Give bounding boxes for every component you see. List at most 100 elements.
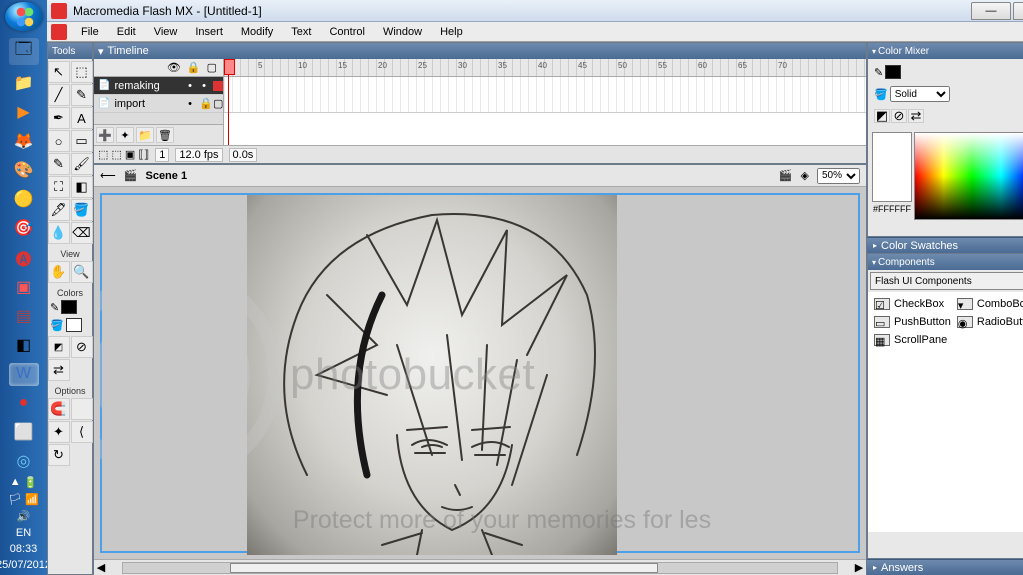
media-player-icon[interactable]: ▶ [9, 100, 39, 123]
edit-symbol-icon[interactable]: ◈ [801, 169, 809, 182]
gradient-tool[interactable]: ◧ [71, 176, 93, 198]
lock-icon[interactable]: 🔒 [187, 61, 201, 74]
explorer-icon[interactable]: 📁 [9, 71, 39, 94]
frames-area[interactable]: 1 5 10 15 20 25 30 35 40 45 50 55 [224, 59, 866, 145]
word-icon[interactable]: W [9, 363, 39, 386]
add-guide-button[interactable]: ✦ [116, 127, 134, 143]
clock-time[interactable]: 08:33 [10, 543, 38, 555]
menu-file[interactable]: File [73, 24, 107, 40]
option-smooth[interactable]: ✦ [48, 421, 70, 443]
component-combobox[interactable]: ▾ComboBox [955, 296, 1023, 312]
menu-modify[interactable]: Modify [233, 24, 281, 40]
option-magnet[interactable]: 🧲 [48, 398, 70, 420]
firefox-icon[interactable]: 🦊 [9, 129, 39, 152]
language-indicator[interactable]: EN [16, 527, 31, 539]
canvas-scroll[interactable]: photobucket Protect more of your memorie… [94, 187, 866, 559]
app-icon[interactable]: ⬜ [9, 421, 39, 444]
brush-tool[interactable]: 🖌 [71, 153, 93, 175]
mixer-swap[interactable]: ⇄ [908, 109, 924, 123]
transform-tool[interactable]: ⛶ [48, 176, 70, 198]
scene-label[interactable]: Scene 1 [145, 170, 187, 182]
picasa-icon[interactable]: 🎯 [9, 217, 39, 240]
lasso-tool[interactable]: ✎ [71, 84, 93, 106]
taskbar-minimized-app[interactable]: 🗔 [9, 38, 39, 65]
hand-tool[interactable]: ✋ [48, 261, 70, 283]
mixer-stroke[interactable] [885, 65, 901, 79]
back-button[interactable]: ⟵ [100, 169, 116, 182]
onion-btns[interactable]: ⬚ ⬚ ▣ ⟦⟧ [98, 148, 149, 161]
ink-tool[interactable]: 🖋 [48, 199, 70, 221]
eye-icon[interactable]: 👁 [167, 61, 181, 74]
mixer-default[interactable]: ◩ [874, 109, 890, 123]
component-radiobutton[interactable]: ◉RadioButton [955, 314, 1023, 330]
no-color[interactable]: ⊘ [71, 336, 93, 358]
bucket-tool[interactable]: 🪣 [71, 199, 93, 221]
text-tool[interactable]: A [71, 107, 93, 129]
outline-icon[interactable]: ▢ [207, 61, 217, 74]
menu-insert[interactable]: Insert [187, 24, 231, 40]
util-icon[interactable]: ▣ [9, 276, 39, 299]
mixer-none[interactable]: ⊘ [891, 109, 907, 123]
spectrum-picker[interactable] [914, 132, 1023, 220]
fill-swatch[interactable] [66, 318, 82, 332]
timeline-status: ⬚ ⬚ ▣ ⟦⟧ 1 12.0 fps 0.0s [94, 145, 866, 163]
stroke-swatch[interactable] [61, 300, 77, 314]
menu-text[interactable]: Text [283, 24, 319, 40]
app2-icon[interactable]: ◎ [9, 450, 39, 473]
menu-help[interactable]: Help [432, 24, 471, 40]
components-library-select[interactable]: Flash UI Components [870, 272, 1023, 290]
component-checkbox[interactable]: ☑CheckBox [872, 296, 953, 312]
app-window: Macromedia Flash MX - [Untitled-1] — ❐ ✕… [47, 0, 1023, 575]
chrome-icon[interactable]: 🟡 [9, 187, 39, 210]
doc-icon[interactable] [51, 24, 67, 40]
rect-tool[interactable]: ▭ [71, 130, 93, 152]
mixer-header[interactable]: Color Mixer [868, 43, 1023, 59]
menu-edit[interactable]: Edit [109, 24, 144, 40]
answers-panel[interactable]: Answers [867, 559, 1023, 575]
timeline-header[interactable]: ▾Timeline [94, 43, 866, 59]
eyedropper-tool[interactable]: 💧 [48, 222, 70, 244]
tools-header: Tools [48, 43, 92, 59]
pen-tool[interactable]: ✒ [48, 107, 70, 129]
zoom-tool[interactable]: 🔍 [71, 261, 93, 283]
add-layer-button[interactable]: ➕ [96, 127, 114, 143]
menu-control[interactable]: Control [321, 24, 372, 40]
flash-icon[interactable]: ● [9, 392, 39, 415]
frame-ruler[interactable]: 1 5 10 15 20 25 30 35 40 45 50 55 [224, 59, 866, 77]
edit-scene-icon[interactable]: 🎬 [779, 169, 793, 182]
component-scrollpane[interactable]: ▦ScrollPane [872, 332, 953, 348]
tools-panel: Tools ↖ ⬚ ╱ ✎ ✒ A ○ ▭ ✎ 🖌 ⛶ ◧ 🖋 🪣 💧 ⌫ Vi… [47, 42, 93, 575]
component-pushbutton[interactable]: ▭PushButton [872, 314, 953, 330]
arrow-tool[interactable]: ↖ [48, 61, 70, 83]
menu-window[interactable]: Window [375, 24, 430, 40]
menu-view[interactable]: View [146, 24, 186, 40]
layer-row-import[interactable]: 📄 import •🔒▢ [94, 95, 223, 113]
layer-row-remaking[interactable]: 📄 remaking •• [94, 77, 223, 95]
subselect-tool[interactable]: ⬚ [71, 61, 93, 83]
line-tool[interactable]: ╱ [48, 84, 70, 106]
gimp-icon[interactable]: 🎨 [9, 158, 39, 181]
acd-icon[interactable]: 🅐 [9, 246, 39, 270]
add-folder-button[interactable]: 📁 [136, 127, 154, 143]
start-button[interactable] [5, 2, 43, 31]
option-rotate[interactable]: ↻ [48, 444, 70, 466]
maximize-button[interactable]: ❐ [1013, 2, 1023, 20]
swatches-panel[interactable]: Color Swatches [867, 237, 1023, 253]
horizontal-scrollbar[interactable]: ◀ ▶ [94, 559, 866, 575]
fill-type-select[interactable]: Solid [890, 86, 950, 102]
option-straight[interactable]: ⟨ [71, 421, 93, 443]
delete-layer-button[interactable]: 🗑 [156, 127, 174, 143]
eraser-tool[interactable]: ⌫ [71, 222, 93, 244]
oval-tool[interactable]: ○ [48, 130, 70, 152]
swap-colors[interactable]: ⇄ [48, 359, 70, 381]
util2-icon[interactable]: ▤ [9, 305, 39, 328]
minimize-button[interactable]: — [971, 2, 1011, 20]
playhead[interactable] [228, 59, 229, 145]
option-b[interactable] [71, 398, 93, 420]
zoom-select[interactable]: 50% [817, 168, 860, 184]
default-colors[interactable]: ◩ [48, 336, 70, 358]
pencil-tool[interactable]: ✎ [48, 153, 70, 175]
components-header[interactable]: Components [868, 254, 1023, 270]
canvas[interactable]: photobucket Protect more of your memorie… [100, 193, 860, 553]
util3-icon[interactable]: ◧ [9, 334, 39, 357]
